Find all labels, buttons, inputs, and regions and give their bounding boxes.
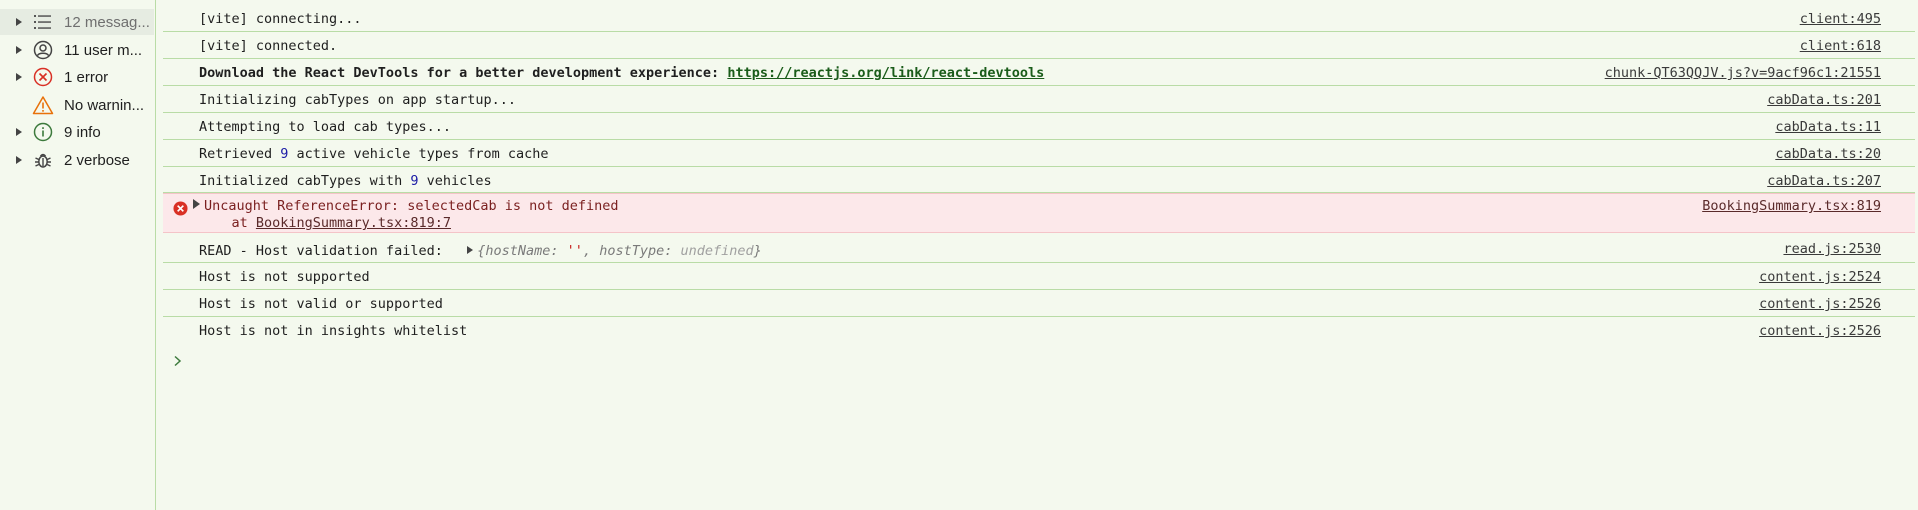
expand-arrow-icon[interactable]	[193, 199, 200, 209]
sidebar-item-label: 12 messag...	[64, 13, 150, 31]
sidebar-item-messages[interactable]: 12 messag...	[0, 9, 154, 35]
object-key: hostName	[485, 243, 551, 259]
devtools-link[interactable]: https://reactjs.org/link/react-devtools	[727, 65, 1044, 81]
console-messages: [vite] connecting... client:495 [vite] c…	[157, 0, 1918, 510]
console-message: [vite] connected.	[199, 38, 338, 54]
stack-link[interactable]: BookingSummary.tsx:819:7	[256, 215, 451, 231]
source-link[interactable]: content.js:2526	[1759, 296, 1881, 312]
sidebar-item-user-messages[interactable]: 11 user m...	[0, 37, 154, 63]
object-colon: :	[550, 243, 567, 259]
console-row: READ - Host validation failed: {hostName…	[163, 236, 1915, 263]
object-preview[interactable]: {hostName: '', hostType: undefined}	[477, 243, 762, 259]
info-icon	[32, 121, 54, 143]
console-row: Host is not valid or supported content.j…	[163, 290, 1915, 317]
console-message: Host is not supported	[199, 269, 370, 285]
console-message: Initialized cabTypes with 9 vehicles	[199, 173, 492, 189]
console-row: Attempting to load cab types... cabData.…	[163, 113, 1915, 140]
console-sidebar: 12 messag... 11 user m... 1 error No war…	[0, 0, 156, 510]
source-link[interactable]: cabData.ts:207	[1767, 173, 1881, 189]
sidebar-item-warnings[interactable]: No warnin...	[0, 92, 154, 118]
stack-prefix: at	[199, 215, 256, 231]
console-row: Initializing cabTypes on app startup... …	[163, 86, 1915, 113]
prompt-chevron-icon	[174, 355, 182, 367]
list-icon	[32, 11, 54, 33]
source-link[interactable]: content.js:2524	[1759, 269, 1881, 285]
warning-icon	[32, 94, 54, 116]
devtools-hint-text: Download the React DevTools for a better…	[199, 65, 728, 81]
console-row: Host is not in insights whitelist conten…	[163, 317, 1915, 344]
error-text: Uncaught ReferenceError: selectedCab is …	[204, 198, 619, 214]
bug-icon	[32, 149, 54, 171]
object-colon: :	[664, 243, 681, 259]
error-icon	[173, 201, 188, 220]
source-link[interactable]: BookingSummary.tsx:819	[1702, 198, 1881, 214]
expand-arrow-icon[interactable]	[14, 155, 24, 165]
console-message: Host is not in insights whitelist	[199, 323, 468, 339]
message-text: Initialized cabTypes with	[199, 173, 411, 189]
sidebar-item-info[interactable]: 9 info	[0, 119, 154, 145]
console-message: Retrieved 9 active vehicle types from ca…	[199, 146, 549, 162]
sidebar-item-errors[interactable]: 1 error	[0, 64, 154, 90]
expand-arrow-icon[interactable]	[14, 45, 24, 55]
sidebar-item-verbose[interactable]: 2 verbose	[0, 147, 154, 173]
console-row: [vite] connected. client:618	[163, 32, 1915, 59]
sidebar-item-label: 1 error	[64, 68, 109, 86]
console-message: Attempting to load cab types...	[199, 119, 451, 135]
error-stack: at BookingSummary.tsx:819:7	[199, 215, 451, 231]
message-text: active vehicle types from cache	[288, 146, 549, 162]
expand-arrow-icon[interactable]	[14, 17, 24, 27]
expand-arrow-icon[interactable]	[14, 72, 24, 82]
source-link[interactable]: client:618	[1800, 38, 1881, 54]
console-row: Download the React DevTools for a better…	[163, 59, 1915, 86]
message-text: Retrieved	[199, 146, 281, 162]
source-link[interactable]: read.js:2530	[1783, 241, 1881, 257]
source-link[interactable]: client:495	[1800, 11, 1881, 27]
source-link[interactable]: chunk-QT63QQJV.js?v=9acf96c1:21551	[1605, 65, 1881, 81]
message-text: vehicles	[418, 173, 492, 189]
console-message: Host is not valid or supported	[199, 296, 443, 312]
source-link[interactable]: cabData.ts:20	[1775, 146, 1881, 162]
source-link[interactable]: content.js:2526	[1759, 323, 1881, 339]
console-message: [vite] connecting...	[199, 11, 362, 27]
console-row: Initialized cabTypes with 9 vehicles cab…	[163, 167, 1915, 193]
console-message: Download the React DevTools for a better…	[199, 65, 1044, 81]
console-row: Retrieved 9 active vehicle types from ca…	[163, 140, 1915, 167]
sidebar-item-label: No warnin...	[64, 96, 145, 114]
console-row: [vite] connecting... client:495	[163, 5, 1915, 32]
console-message: Initializing cabTypes on app startup...	[199, 92, 516, 108]
error-icon	[32, 66, 54, 88]
source-link[interactable]: cabData.ts:201	[1767, 92, 1881, 108]
expand-arrow-icon[interactable]	[467, 246, 474, 254]
sidebar-item-label: 9 info	[64, 123, 101, 141]
object-key: hostType	[599, 243, 665, 259]
console-message: READ - Host validation failed: {hostName…	[199, 243, 762, 259]
expand-arrow-icon[interactable]	[14, 127, 24, 137]
source-link[interactable]: cabData.ts:11	[1775, 119, 1881, 135]
object-separator: ,	[582, 243, 600, 259]
error-message[interactable]: Uncaught ReferenceError: selectedCab is …	[193, 198, 619, 214]
console-prompt[interactable]	[173, 354, 183, 372]
object-brace: }	[753, 243, 762, 259]
object-value: undefined	[680, 243, 754, 259]
object-value: ''	[566, 243, 583, 259]
console-row: Host is not supported content.js:2524	[163, 263, 1915, 290]
sidebar-item-label: 2 verbose	[64, 151, 130, 169]
message-text: READ - Host validation failed:	[199, 243, 443, 259]
sidebar-item-label: 11 user m...	[64, 41, 143, 59]
user-icon	[32, 39, 54, 61]
console-error-row: Uncaught ReferenceError: selectedCab is …	[163, 193, 1915, 233]
